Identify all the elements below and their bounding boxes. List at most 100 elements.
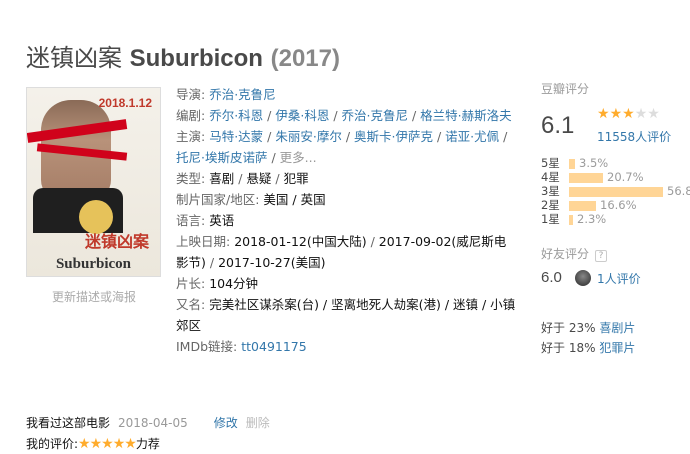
help-icon[interactable]: ?: [595, 250, 608, 262]
language-label: 语言:: [176, 213, 206, 228]
genre-row: 类型: 喜剧 / 悬疑 / 犯罪: [176, 171, 309, 186]
writers-row: 编剧: 乔尔·科恩 / 伊桑·科恩 / 乔治·克鲁尼 / 格兰特·赫斯洛夫: [176, 108, 512, 123]
better-than-row: 好于 18% 犯罪片: [541, 338, 635, 358]
friend-rating-title: 好友评分: [541, 247, 590, 261]
imdb-link[interactable]: tt0491175: [241, 339, 306, 354]
cast-link[interactable]: 诺亚·尤佩: [445, 129, 499, 144]
release-date: 2017-10-27(美国): [218, 255, 326, 270]
genre: 犯罪: [283, 171, 309, 186]
language: 英语: [209, 213, 235, 228]
director-link[interactable]: 乔治·克鲁尼: [209, 87, 275, 102]
dist-bar: [569, 214, 573, 225]
douban-rating: 豆瓣评分 6.1 ★★★★★ 11558人评价 5星 3.5% 4星 20.7% 3…: [541, 80, 690, 226]
cast-link[interactable]: 朱丽安·摩尔: [275, 129, 341, 144]
writer-link[interactable]: 乔治·克鲁尼: [342, 108, 408, 123]
rating-dist-row: 1星 2.3%: [541, 212, 690, 226]
movie-info: 导演: 乔治·克鲁尼 编剧: 乔尔·科恩 / 伊桑·科恩 / 乔治·克鲁尼 / …: [176, 84, 518, 357]
dist-bar: [569, 158, 575, 169]
runtime-label: 片长:: [176, 276, 206, 291]
rating-dist-row: 2星 16.6%: [541, 198, 690, 212]
writer-link[interactable]: 格兰特·赫斯洛夫: [420, 108, 511, 123]
my-rating-label: 我的评价:: [26, 437, 79, 451]
cast-row: 主演: 马特·达蒙 / 朱丽安·摩尔 / 奥斯卡·伊萨克 / 诺亚·尤佩 / 托…: [176, 129, 508, 165]
dist-bar: [569, 172, 603, 183]
aka-label: 又名:: [176, 297, 206, 312]
rating-distribution: 5星 3.5% 4星 20.7% 3星 56.8% 2星 16.6% 1星 2.3%: [541, 156, 690, 226]
cast-link[interactable]: 马特·达蒙: [209, 129, 263, 144]
dist-label: 1星: [541, 212, 560, 226]
poster-cn-title: 迷镇凶案: [84, 232, 149, 251]
writer-link[interactable]: 伊桑·科恩: [275, 108, 329, 123]
star-icon: ★: [597, 106, 610, 122]
dist-pct: 3.5%: [579, 156, 609, 170]
seen-date: 2018-04-05: [118, 416, 188, 430]
seen-status: 我看过这部电影: [26, 416, 111, 430]
dist-label: 3星: [541, 184, 560, 198]
imdb-row: IMDb链接: tt0491175: [176, 336, 518, 357]
rating-head: 豆瓣评分: [541, 82, 590, 96]
title-en: Suburbicon: [129, 45, 263, 72]
dist-pct: 20.7%: [607, 170, 644, 184]
title-cn: 迷镇凶案: [26, 44, 122, 72]
better-than-genre-link[interactable]: 犯罪片: [599, 341, 635, 355]
rating-score: 6.1: [541, 112, 575, 139]
aka: 完美社区谋杀案(台) / 坚离地死人劫案(港) / 迷镇 / 小镇郊区: [176, 297, 516, 333]
star-icon: ★: [609, 106, 623, 122]
director-row: 导演: 乔治·克鲁尼: [176, 84, 518, 105]
imdb-label: IMDb链接:: [176, 339, 238, 354]
friend-rating: 好友评分? 6.0 1人评价: [541, 245, 681, 286]
country-label: 制片国家/地区:: [176, 192, 260, 207]
friend-score: 6.0: [541, 269, 562, 286]
my-stars-icon[interactable]: ★★★★★: [78, 436, 137, 452]
cast-link[interactable]: 奥斯卡·伊萨克: [354, 129, 433, 144]
rating-people-link[interactable]: 11558人评价: [597, 128, 671, 145]
rating-stars: ★★★★★: [597, 106, 660, 122]
dist-pct: 16.6%: [600, 198, 637, 212]
runtime-row: 片长: 104分钟: [176, 273, 518, 294]
country-row: 制片国家/地区: 美国 / 英国: [176, 189, 518, 210]
better-than-genre-link[interactable]: 喜剧片: [599, 321, 635, 335]
rating-dist-row: 3星 56.8%: [541, 184, 690, 198]
director-label: 导演:: [176, 87, 206, 102]
cast-label: 主演:: [176, 129, 206, 144]
friend-count-link[interactable]: 1人评价: [597, 270, 641, 287]
my-rating-row: 我的评价:★★★★★力荐: [26, 434, 426, 454]
my-rating-word: 力荐: [135, 437, 160, 451]
release-label: 上映日期:: [176, 234, 231, 249]
runtime: 104分钟: [209, 276, 259, 291]
star-icon: ★: [622, 106, 635, 122]
better-than-row: 好于 23% 喜剧片: [541, 318, 635, 338]
dist-label: 5星: [541, 156, 560, 170]
title-year: (2017): [270, 45, 340, 72]
poster-date: 2018.1.12: [98, 96, 152, 110]
writer-link[interactable]: 乔尔·科恩: [209, 108, 263, 123]
rating-dist-row: 4星 20.7%: [541, 170, 690, 184]
dist-label: 2星: [541, 198, 560, 212]
dist-bar: [569, 186, 663, 197]
friend-rating-head: 好友评分?: [541, 245, 681, 262]
movie-poster[interactable]: 2018.1.12 迷镇凶案 Suburbicon: [26, 87, 161, 277]
poster-en-title: Suburbicon: [55, 256, 132, 272]
genre-label: 类型:: [176, 171, 206, 186]
cast-link[interactable]: 托尼·埃斯皮诺萨: [176, 150, 267, 165]
edit-button[interactable]: 修改: [214, 416, 238, 430]
page-title: 迷镇凶案 Suburbicon (2017): [26, 38, 340, 73]
language-row: 语言: 英语: [176, 210, 518, 231]
writers-label: 编剧:: [176, 108, 206, 123]
my-seen-row: 我看过这部电影 2018-04-05 修改 删除: [26, 413, 426, 434]
my-rating: 我看过这部电影 2018-04-05 修改 删除 我的评价:★★★★★力荐: [26, 413, 426, 454]
genre: 悬疑: [246, 171, 272, 186]
dist-bar: [569, 200, 596, 211]
cast-more-link[interactable]: 更多...: [280, 150, 317, 165]
avatar[interactable]: [575, 270, 591, 286]
better-than: 好于 23% 喜剧片 好于 18% 犯罪片: [541, 318, 635, 358]
genre: 喜剧: [209, 171, 235, 186]
better-than-pct: 好于 23%: [541, 321, 596, 335]
dist-pct: 2.3%: [577, 212, 607, 226]
release-date: 2018-01-12(中国大陆): [234, 234, 367, 249]
dist-pct: 56.8%: [667, 184, 690, 198]
aka-row: 又名: 完美社区谋杀案(台) / 坚离地死人劫案(港) / 迷镇 / 小镇郊区: [176, 294, 518, 336]
delete-button[interactable]: 删除: [246, 416, 270, 430]
update-poster-link[interactable]: 更新描述或海报: [52, 288, 136, 305]
better-than-pct: 好于 18%: [541, 341, 596, 355]
